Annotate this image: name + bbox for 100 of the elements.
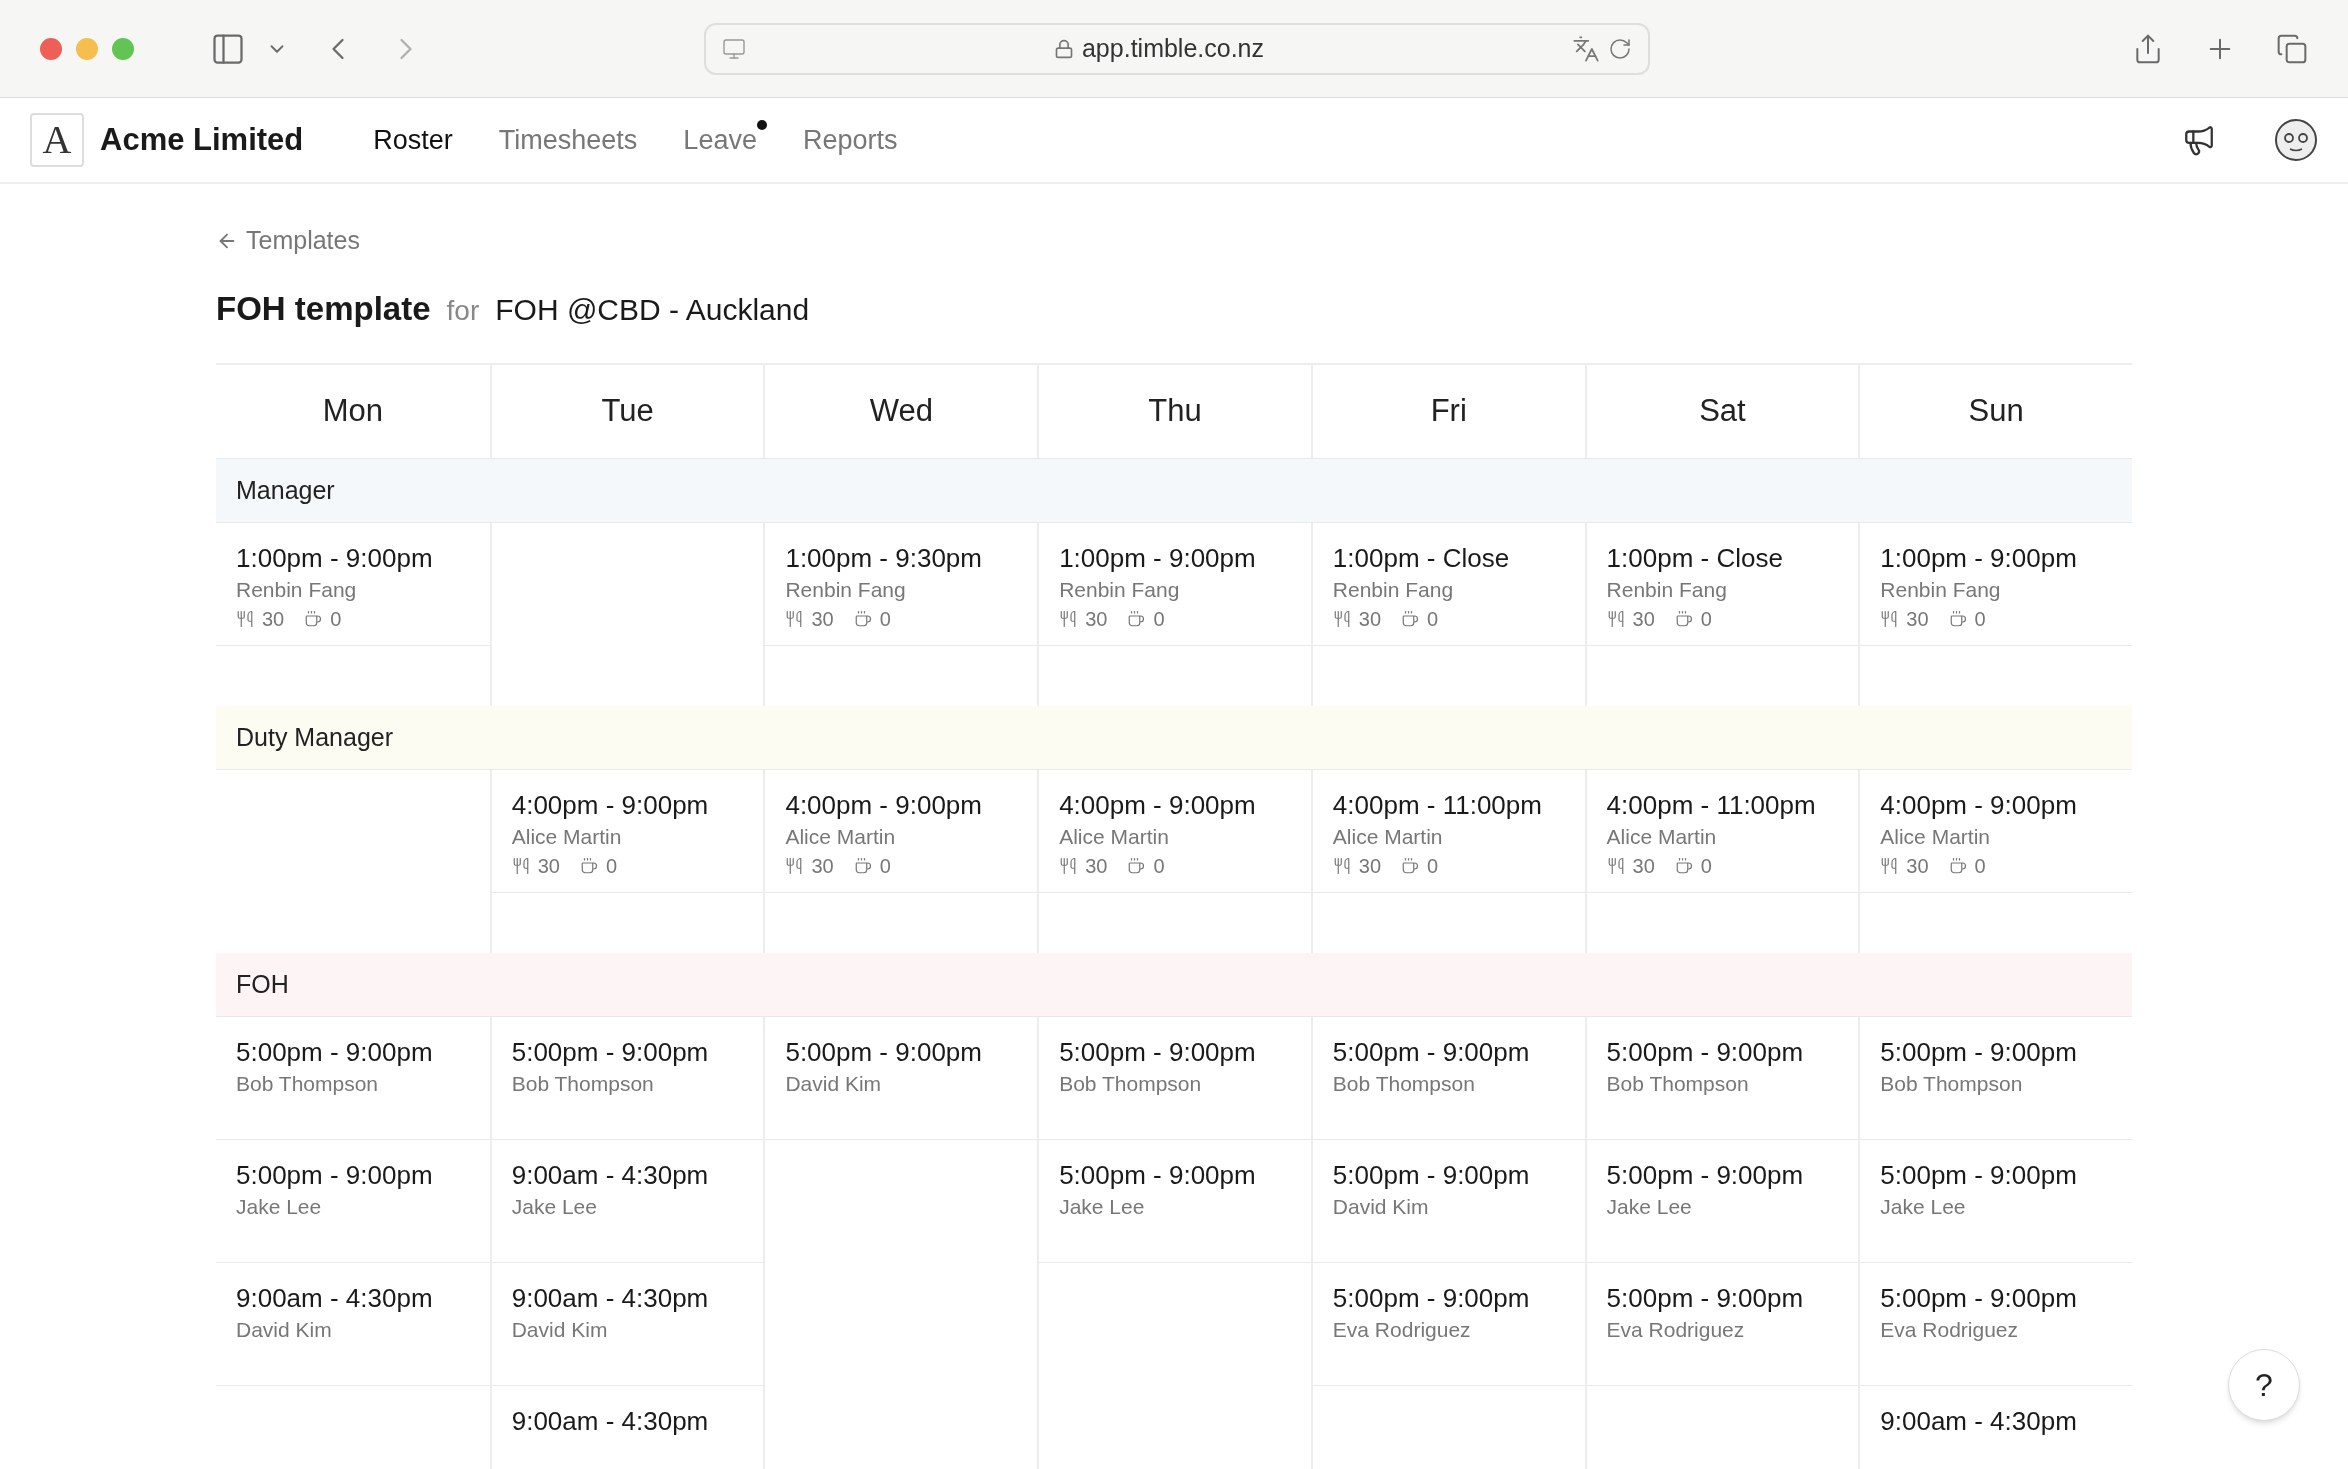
shift-time: 9:00am - 4:30pm	[1880, 1405, 2078, 1438]
meal-break: 30	[262, 607, 285, 632]
rest-break: 0	[1974, 854, 1986, 879]
rest-break: 0	[1427, 607, 1439, 632]
employee-name: Bob Thompson	[1332, 1071, 1476, 1097]
employee-name: Eva Rodriguez	[1606, 1317, 1746, 1343]
shift-time: 1:00pm - 9:00pm	[1880, 542, 2078, 575]
shift-time: 5:00pm - 9:00pm	[1606, 1282, 1805, 1315]
employee-name: David Kim	[236, 1317, 333, 1343]
megaphone-icon[interactable]	[2182, 123, 2216, 157]
cup-icon	[1127, 857, 1146, 875]
shift-time: 5:00pm - 9:00pm	[1059, 1036, 1257, 1069]
shift-time: 9:00am - 4:30pm	[236, 1282, 434, 1315]
shift-time: 9:00am - 4:30pm	[511, 1159, 710, 1192]
employee-name: Alice Martin	[1059, 824, 1170, 850]
help-button[interactable]: ?	[2228, 1349, 2300, 1421]
shift-time: 4:00pm - 11:00pm	[1606, 789, 1817, 822]
meal-break: 30	[537, 854, 560, 879]
employee-name: Jake Lee	[1606, 1194, 1693, 1220]
address-bar[interactable]: app.timble.co.nz	[704, 22, 1650, 75]
employee-name: David Kim	[511, 1317, 609, 1343]
cup-icon	[304, 610, 323, 628]
page-icon	[722, 36, 746, 61]
cup-icon	[1127, 610, 1146, 628]
location-name: FOH @CBD - Auckland	[495, 291, 810, 328]
cup-icon	[1401, 610, 1420, 628]
shift-time: 5:00pm - 9:00pm	[1332, 1036, 1531, 1069]
employee-name: Renbin Fang	[236, 577, 358, 603]
utensils-icon	[236, 610, 254, 628]
utensils-icon	[1606, 610, 1625, 628]
shift-time: 4:00pm - 9:00pm	[1059, 789, 1257, 822]
rest-break: 0	[1700, 854, 1712, 879]
template-title: FOH template	[216, 288, 431, 329]
lock-icon	[1053, 38, 1074, 59]
shift-time: 5:00pm - 9:00pm	[785, 1036, 983, 1069]
employee-name: Alice Martin	[1880, 824, 1991, 850]
rest-break: 0	[330, 607, 342, 632]
shift-time: 5:00pm - 9:00pm	[1606, 1036, 1805, 1069]
employee-name: Bob Thompson	[236, 1071, 380, 1097]
shift-time: 1:00pm - Close	[1332, 542, 1511, 575]
utensils-icon	[1059, 857, 1078, 875]
shift-time: 5:00pm - 9:00pm	[236, 1036, 434, 1069]
company-name: Acme Limited	[100, 120, 304, 159]
employee-name: Renbin Fang	[785, 577, 907, 603]
employee-name: Eva Rodriguez	[1332, 1317, 1472, 1343]
meal-break: 30	[811, 854, 834, 879]
shift-time: 5:00pm - 9:00pm	[1880, 1036, 2078, 1069]
utensils-icon	[1880, 610, 1899, 628]
rest-break: 0	[1700, 607, 1712, 632]
employee-name: Bob Thompson	[1606, 1071, 1750, 1097]
company-logo[interactable]: A	[30, 113, 84, 167]
rest-break: 0	[1153, 854, 1165, 879]
cup-icon	[1401, 857, 1420, 875]
meal-break: 30	[811, 607, 834, 632]
utensils-icon	[785, 610, 804, 628]
section-name: Manager	[236, 474, 335, 506]
url-text: app.timble.co.nz	[1081, 32, 1264, 64]
translate-icon[interactable]	[1572, 34, 1600, 63]
shift-time: 1:00pm - 9:00pm	[236, 542, 434, 575]
cup-icon	[579, 857, 598, 875]
utensils-icon	[1332, 610, 1351, 628]
shift-time: 5:00pm - 9:00pm	[1332, 1282, 1531, 1315]
employee-name: Jake Lee	[236, 1194, 323, 1220]
close-button[interactable]	[40, 37, 62, 60]
meal-break: 30	[1906, 854, 1929, 879]
nav-tab[interactable]: Roster	[373, 124, 453, 155]
shift-time: 1:00pm - 9:00pm	[1059, 542, 1257, 575]
employee-name: Jake Lee	[1059, 1194, 1146, 1220]
cup-icon	[1674, 610, 1693, 628]
shift-time: 5:00pm - 9:00pm	[511, 1036, 710, 1069]
shift-time: 4:00pm - 9:00pm	[785, 789, 983, 822]
avatar-icon[interactable]	[2274, 118, 2318, 162]
utensils-icon	[1880, 857, 1899, 875]
nav-tab[interactable]: Timesheets	[498, 124, 638, 155]
day-header: Mon	[321, 392, 384, 431]
shift-time: 5:00pm - 9:00pm	[1880, 1159, 2078, 1192]
cup-icon	[853, 610, 872, 628]
employee-name: David Kim	[1332, 1194, 1430, 1220]
shift-time: 4:00pm - 11:00pm	[1332, 789, 1543, 822]
cup-icon	[1948, 857, 1967, 875]
back-link[interactable]: Templates	[216, 222, 360, 260]
meal-break: 30	[1358, 854, 1382, 879]
tabs-overview-icon[interactable]	[2276, 32, 2308, 65]
nav-tab[interactable]: Leave	[683, 124, 757, 155]
rest-break: 0	[1153, 607, 1165, 632]
employee-name: Jake Lee	[1880, 1194, 1967, 1220]
shift-time: 9:00am - 4:30pm	[511, 1405, 710, 1438]
reload-icon[interactable]	[1608, 36, 1632, 61]
back-link-text[interactable]: Templates	[246, 222, 360, 260]
employee-name: Bob Thompson	[1880, 1071, 2024, 1097]
meal-break: 30	[1085, 854, 1108, 879]
shift-time: 5:00pm - 9:00pm	[1880, 1282, 2078, 1315]
shift-time: 9:00am - 4:30pm	[511, 1282, 710, 1315]
employee-name: Renbin Fang	[1332, 577, 1455, 603]
cup-icon	[1948, 610, 1967, 628]
nav-tab[interactable]: Reports	[802, 124, 898, 155]
rest-break: 0	[1974, 607, 1986, 632]
rest-break: 0	[879, 607, 891, 632]
employee-name: Jake Lee	[511, 1194, 598, 1220]
utensils-icon	[1332, 857, 1351, 875]
